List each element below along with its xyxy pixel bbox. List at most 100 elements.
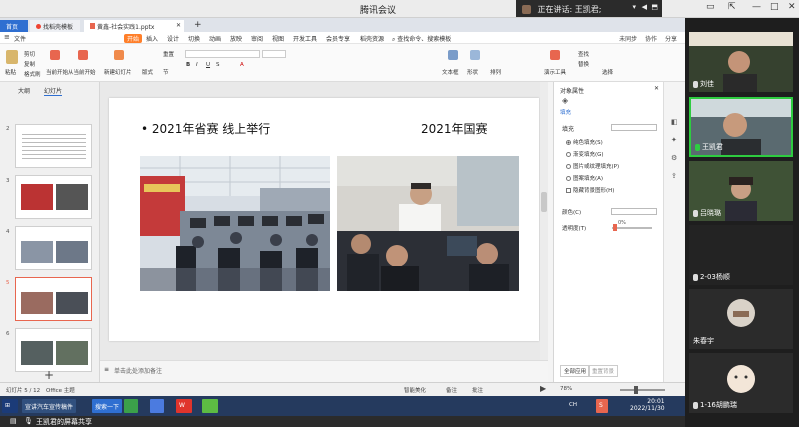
menu-docer[interactable]: 稻壳资源 <box>360 34 384 43</box>
animation-tool-icon[interactable]: ✦ <box>671 136 677 144</box>
option-pattern-fill[interactable]: 图案填充(A) <box>566 174 603 182</box>
textbox-icon[interactable] <box>448 50 458 60</box>
arrange-button[interactable]: 排列 <box>490 68 501 76</box>
chevron-left-icon[interactable]: ◀ <box>642 3 647 11</box>
menu-insert[interactable]: 插入 <box>146 34 158 43</box>
zoom-level[interactable]: 78% <box>560 386 572 392</box>
menu-review[interactable]: 审阅 <box>251 34 263 43</box>
notes-placeholder[interactable]: 单击此处添加备注 <box>114 366 162 375</box>
pane-close-icon[interactable]: ✕ <box>654 85 659 92</box>
add-slide-button[interactable]: + <box>44 368 54 382</box>
wps-app-icon[interactable]: W <box>176 399 192 413</box>
play-slideshow-icon[interactable]: ▶ <box>540 384 546 393</box>
zoom-slider-thumb[interactable] <box>634 386 638 394</box>
bold-button[interactable]: B <box>186 62 190 68</box>
transparency-slider-thumb[interactable] <box>613 224 617 231</box>
sogou-ime-icon[interactable]: S <box>596 399 608 413</box>
tab-template[interactable]: 找稻壳模板 <box>30 20 80 32</box>
option-hide-bg[interactable]: 隐藏背景图形(H) <box>566 186 614 194</box>
layout-button[interactable]: 版式 <box>142 68 153 76</box>
close-icon[interactable]: ✕ <box>788 2 796 12</box>
add-tab-button[interactable]: + <box>188 18 208 30</box>
app-icon-blue[interactable] <box>150 399 164 413</box>
taskbar-item-doc[interactable]: 宣讲汽车宣传稿件 <box>22 399 77 413</box>
share-button[interactable]: 分享 <box>665 36 677 43</box>
hamburger-icon[interactable]: ≡ <box>4 33 10 41</box>
transparency-slider[interactable] <box>612 227 652 229</box>
notes-bar[interactable]: ≡ 单击此处添加备注 <box>100 360 548 382</box>
menu-animation[interactable]: 动画 <box>209 34 221 43</box>
reset-background-button[interactable]: 重置背景 <box>588 365 619 377</box>
participant-tile[interactable]: 吕晓璐 <box>689 161 793 221</box>
collaborate-button[interactable]: 协作 <box>645 36 657 43</box>
competition-photo-right[interactable] <box>337 156 519 291</box>
new-slide-icon[interactable] <box>114 50 124 60</box>
slide-thumb[interactable] <box>15 175 92 219</box>
underline-button[interactable]: U <box>206 62 210 68</box>
taskbar-clock[interactable]: 20:01 2022/11/30 <box>630 398 665 412</box>
tab-document[interactable]: 黄鑫-社会实践1.pptx ✕ <box>84 20 184 32</box>
menu-transition[interactable]: 切换 <box>188 34 200 43</box>
participant-tile[interactable]: 刘佳 <box>689 32 793 92</box>
restore-icon[interactable]: ▭ <box>706 2 715 12</box>
play-current-icon[interactable] <box>78 50 88 60</box>
app-icon-green[interactable] <box>124 399 138 413</box>
pin-window-icon[interactable]: ⇱ <box>728 2 736 12</box>
copy-button[interactable]: 复制 <box>24 60 35 68</box>
comments-button[interactable]: 批注 <box>472 386 483 394</box>
start-button[interactable]: ⊞ <box>2 399 18 413</box>
search-command-input[interactable]: ⌕ 查找命令、搜索模板 <box>392 34 451 44</box>
scrollbar-thumb[interactable] <box>541 192 547 212</box>
taskbar-search[interactable]: 搜索一下 <box>92 399 123 413</box>
replace-button[interactable]: 替换 <box>578 60 589 68</box>
minimize-icon[interactable]: — <box>752 2 761 12</box>
slide-thumb[interactable] <box>15 124 92 168</box>
option-gradient-fill[interactable]: 渐变填充(G) <box>566 150 604 158</box>
color-select[interactable] <box>611 208 657 215</box>
chevron-down-icon[interactable]: ▾ <box>632 3 636 11</box>
paste-icon[interactable] <box>6 50 18 64</box>
find-button[interactable]: 查找 <box>578 50 589 58</box>
smart-beautify-button[interactable]: 智能美化 <box>404 386 426 394</box>
font-color-button[interactable]: A <box>240 62 244 68</box>
select-button[interactable]: 选择 <box>602 68 613 76</box>
menu-file[interactable]: 文件 <box>14 34 26 43</box>
participant-tile[interactable]: 朱春宇 <box>689 289 793 349</box>
section-button[interactable]: 节 <box>163 68 169 76</box>
menu-member[interactable]: 会员专享 <box>326 34 350 43</box>
option-solid-fill[interactable]: 纯色填充(S) <box>566 138 603 146</box>
presentation-tools-icon[interactable] <box>550 50 560 60</box>
pin-icon[interactable]: ⬒ <box>651 3 658 11</box>
option-picture-fill[interactable]: 图片或纹理填充(P) <box>566 162 619 170</box>
tab-slides[interactable]: 幻灯片 <box>43 88 62 96</box>
slide-thumb-active[interactable] <box>15 277 92 321</box>
slide-thumb[interactable] <box>15 328 92 372</box>
tab-outline[interactable]: 大纲 <box>18 88 30 95</box>
fill-tab-icon[interactable]: ◈ <box>562 96 568 105</box>
wechat-app-icon[interactable] <box>202 399 218 413</box>
input-language[interactable]: CH <box>566 399 580 413</box>
slide-thumb[interactable] <box>15 226 92 270</box>
sync-status[interactable]: 未同步 <box>619 36 637 43</box>
menu-design[interactable]: 设计 <box>167 34 179 43</box>
apply-all-button[interactable]: 全部应用 <box>560 365 591 377</box>
participant-tile-active[interactable]: 王凯君 <box>689 97 793 157</box>
participant-tile[interactable]: 1-16胡鹏瑞 <box>689 353 793 413</box>
format-painter-button[interactable]: 格式刷 <box>24 70 41 78</box>
current-slide[interactable]: • 2021年省赛 线上举行 2021年国赛 <box>109 98 539 341</box>
fill-type-select[interactable] <box>611 124 657 131</box>
font-size-select[interactable] <box>262 50 286 58</box>
zoom-slider[interactable] <box>620 389 665 391</box>
tab-home[interactable]: 首页 <box>0 20 28 32</box>
slide-title-right[interactable]: 2021年国赛 <box>421 120 488 137</box>
maximize-icon[interactable]: □ <box>770 2 779 12</box>
menu-view[interactable]: 视图 <box>272 34 284 43</box>
fill-tab-label[interactable]: 填充 <box>560 108 571 116</box>
participant-tile[interactable]: 2-03杨顺 <box>689 225 793 285</box>
share-tool-icon[interactable]: ⇪ <box>671 172 677 180</box>
play-from-start-icon[interactable] <box>50 50 60 60</box>
slide-title-left[interactable]: • 2021年省赛 线上举行 <box>141 120 270 137</box>
competition-photo-left[interactable] <box>140 156 330 291</box>
strikethrough-button[interactable]: S <box>216 62 220 68</box>
reset-button[interactable]: 重置 <box>163 50 174 58</box>
